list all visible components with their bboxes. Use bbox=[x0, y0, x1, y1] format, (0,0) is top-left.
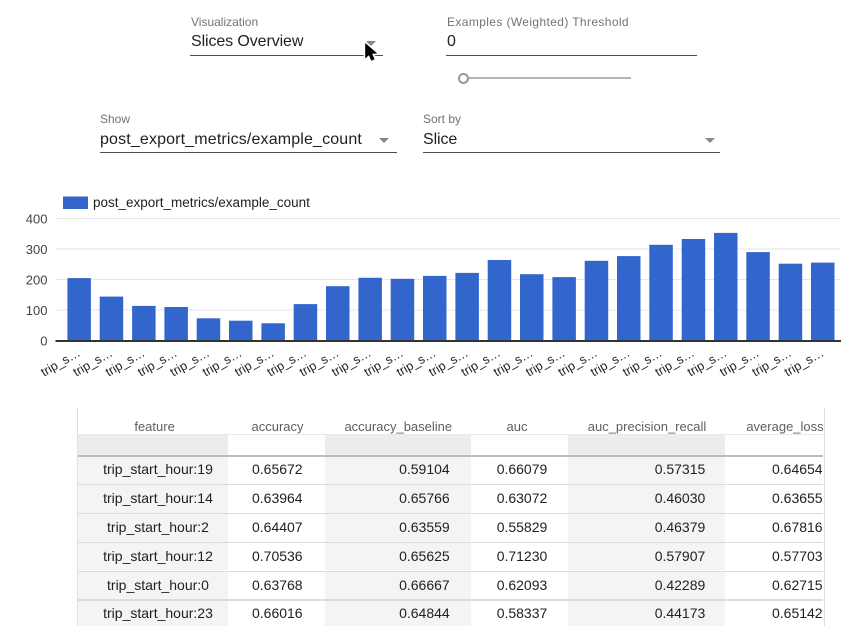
svg-text:400: 400 bbox=[26, 212, 48, 227]
svg-text:100: 100 bbox=[26, 303, 48, 318]
svg-text:200: 200 bbox=[26, 273, 48, 288]
svg-text:post_export_metrics/example_co: post_export_metrics/example_count bbox=[93, 195, 310, 210]
svg-text:0: 0 bbox=[40, 334, 47, 349]
svg-text:300: 300 bbox=[26, 242, 48, 257]
